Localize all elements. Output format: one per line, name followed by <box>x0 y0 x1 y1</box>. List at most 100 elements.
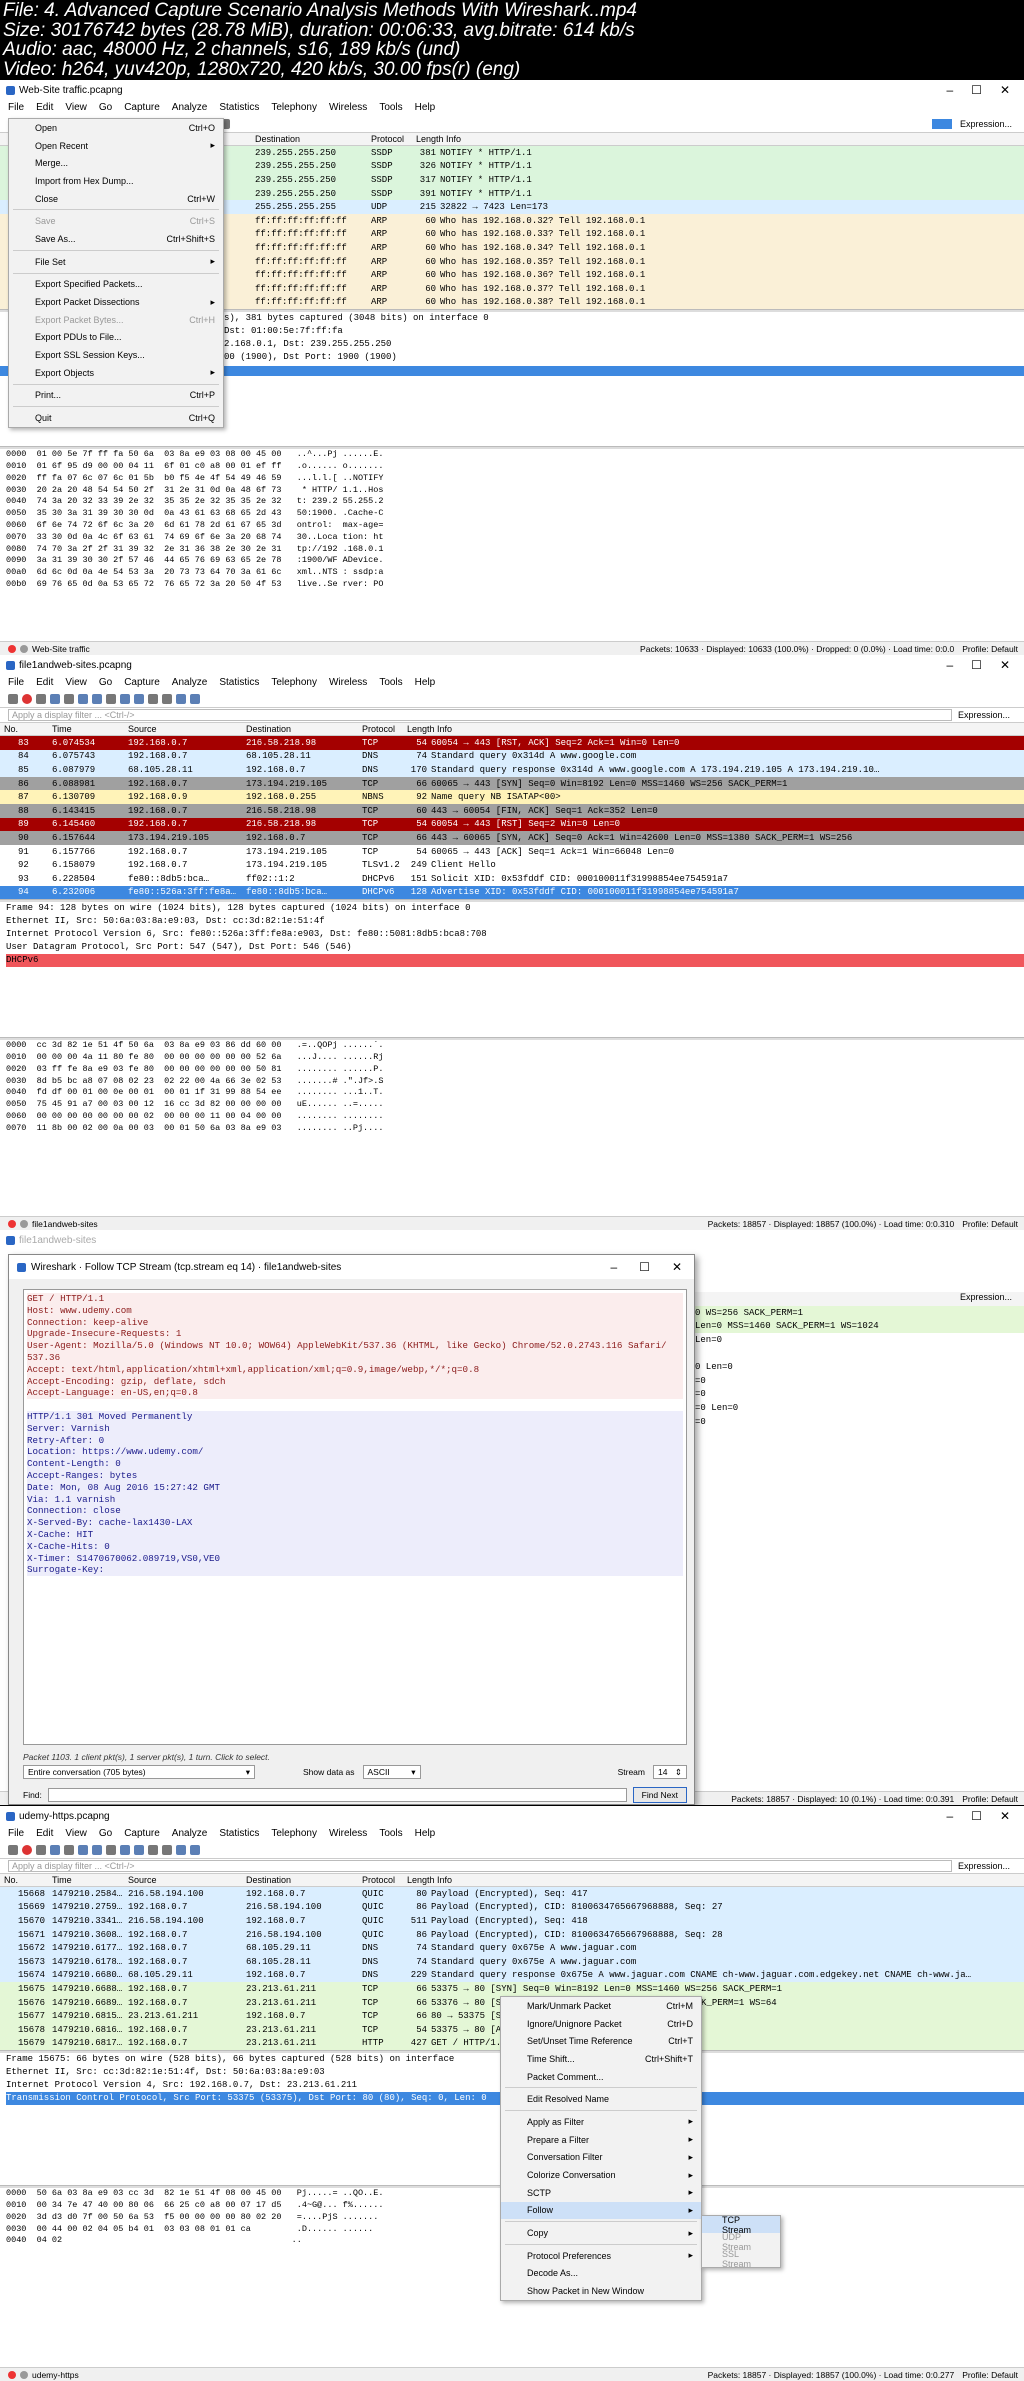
menu-capture[interactable]: Capture <box>124 102 160 113</box>
detail-tree-item[interactable]: Frame 94: 128 bytes on wire (1024 bits),… <box>6 902 1024 915</box>
toolbar-icon[interactable] <box>64 1844 74 1855</box>
packet-row[interactable]: 91 6.157766 192.168.0.7 173.194.219.105 TCP 5… <box>0 844 1024 859</box>
toolbar-icon[interactable] <box>190 1844 200 1855</box>
display-filter-input[interactable]: Apply a display filter ... <Ctrl-/> <box>8 1860 952 1872</box>
menu-go[interactable]: Go <box>99 102 112 113</box>
packet-row[interactable]: 94 6.232006 fe80::526a:3ff:fe8a… fe80::8db5… <box>0 885 1024 900</box>
status-profile[interactable]: Profile: Default <box>962 644 1024 654</box>
find-next-button[interactable]: Find Next <box>632 1787 687 1803</box>
file-menu-item[interactable]: Export Packet Dissections ▸ <box>9 293 223 311</box>
packet-row[interactable]: 15671 1479210.3608… 192.168.0.7 216.58.194.… <box>0 1927 1024 1942</box>
col-destination[interactable]: Destination <box>246 724 362 734</box>
capture-file-icon[interactable] <box>20 1219 28 1228</box>
col-protocol[interactable]: Protocol <box>362 724 407 734</box>
maximize-icon[interactable]: ☐ <box>639 1260 650 1274</box>
menu-go[interactable]: Go <box>99 1828 112 1839</box>
status-profile[interactable]: Profile: Default <box>962 1794 1024 1804</box>
col-protocol[interactable]: Protocol <box>362 1875 407 1885</box>
expert-info-icon[interactable] <box>8 2370 16 2379</box>
menu-capture[interactable]: Capture <box>124 1828 160 1839</box>
toolbar-icon[interactable] <box>162 1844 172 1855</box>
close-icon[interactable]: ✕ <box>1000 658 1010 672</box>
menu-tools[interactable]: Tools <box>379 102 402 113</box>
menu-view[interactable]: View <box>65 677 87 688</box>
follow-submenu-item[interactable]: TCP Stream <box>702 2215 780 2235</box>
packet-row[interactable]: 15670 1479210.3341… 216.58.194.100 192.168.… <box>0 1914 1024 1928</box>
menu-go[interactable]: Go <box>99 677 112 688</box>
minimize-icon[interactable]: – <box>610 1260 617 1274</box>
stream-content[interactable]: GET / HTTP/1.1 Host: www.udemy.com Connect… <box>23 1289 687 1745</box>
expert-info-icon[interactable] <box>8 1219 16 1228</box>
status-profile[interactable]: Profile: Default <box>962 2370 1024 2380</box>
status-profile[interactable]: Profile: Default <box>962 1219 1024 1229</box>
menu-help[interactable]: Help <box>415 677 436 688</box>
packet-row[interactable]: 84 6.075743 192.168.0.7 68.105.28.11 DNS 74 St… <box>0 749 1024 764</box>
menu-statistics[interactable]: Statistics <box>219 677 259 688</box>
packet-row[interactable]: 89 6.145460 192.168.0.7 216.58.218.98 TCP 54 6… <box>0 817 1024 832</box>
context-menu-item[interactable]: Mark/Unmark Packet Ctrl+M <box>501 1997 701 2015</box>
menu-edit[interactable]: Edit <box>36 102 53 113</box>
maximize-icon[interactable]: ☐ <box>971 83 982 97</box>
packet-row[interactable]: 15669 1479210.2759… 192.168.0.7 216.58.194.… <box>0 1900 1024 1915</box>
menu-edit[interactable]: Edit <box>36 677 53 688</box>
toolbar-icon[interactable] <box>8 693 18 704</box>
col-destination[interactable]: Destination <box>246 1875 362 1885</box>
follow-submenu-item[interactable]: UDP Stream <box>702 2232 780 2252</box>
packet-row[interactable]: 88 6.143415 192.168.0.7 216.58.218.98 TCP 60 4… <box>0 803 1024 818</box>
packet-row[interactable]: 90 6.157644 173.194.219.105 192.168.0.7 TCP 6… <box>0 831 1024 845</box>
toolbar-icon[interactable] <box>134 693 144 704</box>
menu-wireless[interactable]: Wireless <box>329 102 367 113</box>
detail-tree-item[interactable]: 00 (1900), Dst Port: 1900 (1900) <box>224 351 1024 364</box>
context-menu-item[interactable]: Copy ▸ <box>501 2224 701 2242</box>
detail-tree-item[interactable]: s), 381 bytes captured (3048 bits) on in… <box>224 312 1024 325</box>
file-menu-item[interactable]: Open Ctrl+O <box>9 119 223 137</box>
toolbar-icon[interactable] <box>106 1844 116 1855</box>
expression-button[interactable]: Expression... <box>960 119 1024 129</box>
col-info[interactable]: Info <box>437 1875 1024 1885</box>
context-menu-item[interactable]: Time Shift... Ctrl+Shift+T <box>501 2050 701 2068</box>
context-menu-item[interactable]: Decode As... <box>501 2265 701 2283</box>
toolbar-icon[interactable] <box>78 693 88 704</box>
menu-telephony[interactable]: Telephony <box>271 1828 317 1839</box>
menu-telephony[interactable]: Telephony <box>271 677 317 688</box>
conversation-select[interactable]: Entire conversation (705 bytes) ▾ <box>23 1765 255 1779</box>
detail-tree-item[interactable]: DHCPv6 <box>6 954 1024 968</box>
menu-statistics[interactable]: Statistics <box>219 1828 259 1839</box>
toolbar-icon[interactable] <box>78 1844 88 1855</box>
menu-file[interactable]: File <box>8 1828 24 1839</box>
toolbar-icon[interactable] <box>92 1844 102 1855</box>
menu-analyze[interactable]: Analyze <box>172 677 208 688</box>
menu-statistics[interactable]: Statistics <box>219 102 259 113</box>
context-menu-item[interactable]: Prepare a Filter ▸ <box>501 2131 701 2149</box>
menu-view[interactable]: View <box>65 1828 87 1839</box>
stop-capture-icon[interactable] <box>22 1844 32 1855</box>
packet-row[interactable]: 85 6.087979 68.105.28.11 192.168.0.7 DNS 170 S… <box>0 763 1024 777</box>
file-menu-item[interactable]: Import from Hex Dump... <box>9 172 223 190</box>
file-menu-item[interactable]: Merge... <box>9 154 223 172</box>
context-menu-item[interactable]: Edit Resolved Name <box>501 2090 701 2108</box>
col-time[interactable]: Time <box>52 724 128 734</box>
packet-row[interactable]: 87 6.130709 192.168.0.9 192.168.0.255 NBNS 92… <box>0 790 1024 804</box>
menu-analyze[interactable]: Analyze <box>172 102 208 113</box>
capture-file-icon[interactable] <box>20 2370 28 2379</box>
col-time[interactable]: Time <box>52 1875 128 1885</box>
packet-row[interactable]: 15674 1479210.6680… 68.105.29.11 192.168.0.… <box>0 1968 1024 1983</box>
toolbar-icon[interactable] <box>92 693 102 704</box>
col-length[interactable]: Length <box>407 1875 437 1885</box>
expression-button[interactable]: Expression... <box>695 1292 1024 1306</box>
menu-telephony[interactable]: Telephony <box>271 102 317 113</box>
toolbar-icon[interactable] <box>120 1844 130 1855</box>
minimize-icon[interactable]: – <box>946 1809 953 1823</box>
file-menu-item[interactable]: Export Objects ▸ <box>9 364 223 382</box>
file-menu-item[interactable]: Export Packet Bytes... Ctrl+H <box>9 311 223 329</box>
context-menu-item[interactable]: Apply as Filter ▸ <box>501 2113 701 2131</box>
packet-row[interactable]: 15672 1479210.6177… 192.168.0.7 68.105.29.1… <box>0 1941 1024 1955</box>
packet-row[interactable]: 86 6.088981 192.168.0.7 173.194.219.105 TCP 6… <box>0 776 1024 791</box>
menu-file[interactable]: File <box>8 677 24 688</box>
menu-wireless[interactable]: Wireless <box>329 1828 367 1839</box>
show-data-as-select[interactable]: ASCII ▾ <box>362 1765 421 1779</box>
file-menu-item[interactable]: Export PDUs to File... <box>9 329 223 347</box>
toolbar-icon[interactable] <box>36 693 46 704</box>
maximize-icon[interactable]: ☐ <box>971 658 982 672</box>
menu-help[interactable]: Help <box>415 102 436 113</box>
